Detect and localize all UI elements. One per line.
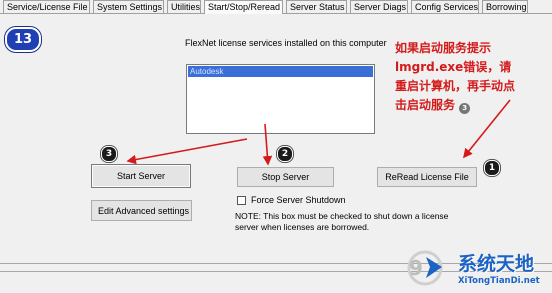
watermark-title: 系统天地 (458, 253, 535, 275)
step-marker-reread: 1 (484, 160, 500, 176)
watermark-url: XiTongTianDi.net (458, 276, 540, 286)
edit-advanced-settings-button[interactable]: Edit Advanced settings (91, 200, 192, 221)
services-listbox[interactable]: Autodesk (186, 64, 375, 134)
service-list-item[interactable]: Autodesk (188, 66, 373, 77)
step-marker-start: 3 (101, 146, 117, 162)
tab-server-diags[interactable]: Server Diags (350, 0, 408, 13)
step-13-badge: 13 (5, 27, 41, 52)
annotation-step-marker: 3 (459, 103, 471, 114)
services-heading: FlexNet license services installed on th… (185, 38, 387, 48)
force-shutdown-checkbox[interactable] (237, 196, 246, 205)
tab-strip: Service/License File System Settings Uti… (0, 0, 552, 14)
tutorial-annotation: 如果启动服务提示lmgrd.exe错误，请重启计算机，再手动点击启动服务 3 (395, 39, 517, 115)
start-server-button[interactable]: Start Server (91, 164, 191, 188)
arrow-to-start-server (126, 138, 248, 165)
tab-server-status[interactable]: Server Status (286, 0, 347, 13)
tab-service-license-file[interactable]: Service/License File (3, 0, 90, 13)
borrow-note: NOTE: This box must be checked to shut d… (235, 211, 449, 232)
annotation-text: 如果启动服务提示lmgrd.exe错误，请重启计算机，再手动点击启动服务 (395, 41, 516, 112)
tab-config-services[interactable]: Config Services (411, 0, 479, 13)
svg-text:9: 9 (409, 256, 423, 280)
stop-server-button[interactable]: Stop Server (237, 167, 334, 187)
tab-system-settings[interactable]: System Settings (93, 0, 164, 13)
watermark-logo-icon: 9 (407, 250, 443, 286)
tab-start-stop-reread[interactable]: Start/Stop/Reread (204, 0, 283, 14)
reread-license-file-button[interactable]: ReRead License File (377, 167, 477, 187)
force-shutdown-label: Force Server Shutdown (251, 195, 346, 205)
tab-borrowing[interactable]: Borrowing (482, 0, 528, 13)
tab-utilities[interactable]: Utilities (167, 0, 201, 13)
step-marker-stop: 2 (277, 146, 293, 162)
